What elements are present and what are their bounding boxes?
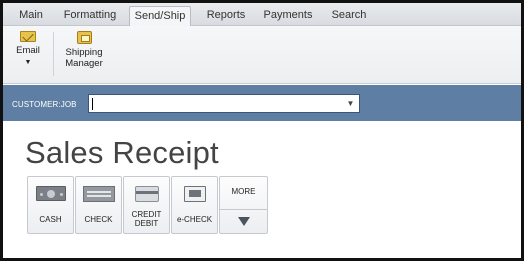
tab-payments[interactable]: Payments: [256, 6, 320, 26]
echeck-label: e-CHECK: [176, 215, 213, 224]
check-label: CHECK: [84, 215, 113, 224]
monitor-icon: [183, 186, 206, 202]
shipping-manager-button[interactable]: Shipping Manager: [59, 29, 109, 69]
sales-receipt-form: Sales Receipt CASH CHECK CREDIT DEBIT e-…: [3, 121, 521, 258]
more-payment-methods-button[interactable]: MORE: [219, 176, 268, 234]
customer-job-dropdown[interactable]: ▼: [88, 94, 360, 113]
tab-main[interactable]: Main: [9, 6, 53, 26]
customer-job-label: CUSTOMER:JOB: [12, 100, 77, 109]
more-label: MORE: [231, 187, 256, 196]
cash-label: CASH: [39, 215, 62, 224]
check-icon: [82, 186, 115, 202]
chevron-down-icon[interactable]: [238, 217, 250, 226]
shipping-box-icon: [76, 31, 92, 44]
envelope-icon: [20, 31, 36, 42]
cash-icon: [35, 186, 66, 201]
email-button[interactable]: Email ▼: [13, 29, 43, 68]
cash-button[interactable]: CASH: [27, 176, 74, 234]
more-divider: [220, 209, 267, 210]
tab-search[interactable]: Search: [323, 6, 375, 26]
chevron-down-icon[interactable]: ▼: [344, 97, 357, 110]
ribbon-separator: [53, 32, 54, 76]
credit-card-icon: [134, 186, 159, 202]
tab-formatting[interactable]: Formatting: [55, 6, 125, 26]
app-window: Main Formatting Send/Ship Reports Paymen…: [0, 0, 524, 261]
chevron-down-icon: ▼: [24, 59, 32, 66]
echeck-button[interactable]: e-CHECK: [171, 176, 218, 234]
shipping-label-line1: Shipping: [65, 47, 103, 58]
check-button[interactable]: CHECK: [75, 176, 122, 234]
credit-label: CREDIT: [131, 210, 162, 219]
credit-debit-button[interactable]: CREDIT DEBIT: [123, 176, 170, 234]
text-cursor: [92, 98, 93, 110]
shipping-label-line2: Manager: [65, 58, 103, 69]
tab-reports[interactable]: Reports: [198, 6, 254, 26]
customer-job-bar: CUSTOMER:JOB ▼: [3, 85, 521, 121]
debit-label: DEBIT: [134, 219, 159, 228]
page-title: Sales Receipt: [25, 135, 219, 170]
tab-send-ship[interactable]: Send/Ship: [129, 6, 191, 27]
email-label: Email: [16, 45, 40, 56]
ribbon-tab-bar: Main Formatting Send/Ship Reports Paymen…: [3, 3, 521, 27]
ribbon-panel: Email ▼ Shipping Manager: [3, 26, 521, 84]
